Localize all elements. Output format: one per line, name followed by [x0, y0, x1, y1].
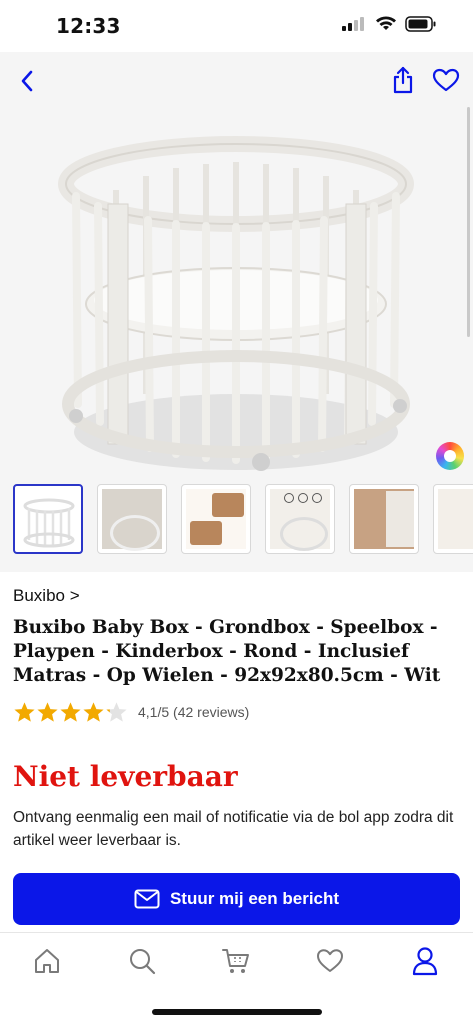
rating[interactable]: 4,1/5 (42 reviews) — [13, 701, 249, 723]
home-indicator — [152, 1009, 322, 1015]
status-icons — [341, 16, 437, 32]
star-icon — [106, 702, 127, 722]
product-title: Buxibo Baby Box - Grondbox - Speelbox - … — [13, 617, 441, 686]
star-icon — [14, 702, 35, 722]
nav-search[interactable] — [122, 945, 162, 977]
color-wheel-icon[interactable] — [436, 442, 464, 470]
availability-status: Niet leverbaar — [13, 760, 238, 793]
battery-icon — [405, 16, 436, 32]
status-bar: 12:33 — [0, 0, 473, 52]
star-icon — [60, 702, 81, 722]
rating-text: 4,1/5 (42 reviews) — [138, 704, 250, 720]
heart-icon — [317, 949, 343, 972]
nav-favorites[interactable] — [310, 945, 350, 977]
signal-icon — [342, 17, 364, 31]
heart-icon — [432, 68, 460, 92]
home-icon — [35, 949, 59, 973]
wifi-icon — [376, 16, 396, 30]
thumbnail-2[interactable] — [97, 484, 167, 554]
notify-me-button[interactable]: Stuur mij een bericht — [13, 873, 460, 925]
thumbnail-1[interactable] — [13, 484, 83, 554]
favorite-button[interactable] — [428, 62, 464, 98]
star-icon — [37, 702, 58, 722]
thumbnail-6[interactable] — [433, 484, 473, 554]
chevron-right-icon: > — [69, 586, 80, 605]
back-button[interactable] — [10, 64, 44, 98]
star-icon — [83, 702, 104, 722]
notify-description: Ontvang eenmalig een mail of notificatie… — [13, 809, 454, 849]
thumbnail-strip[interactable] — [0, 472, 473, 572]
product-image — [58, 136, 414, 471]
brand-name: Buxibo — [13, 586, 65, 605]
cart-icon — [222, 949, 249, 973]
notify-me-label: Stuur mij een bericht — [169, 889, 340, 908]
share-button[interactable] — [386, 62, 420, 98]
nav-home[interactable] — [27, 945, 67, 977]
thumbnail-5[interactable] — [349, 484, 419, 554]
search-icon — [130, 949, 156, 975]
user-icon — [412, 947, 438, 976]
thumbnail-3[interactable] — [181, 484, 251, 554]
thumbnail-4[interactable] — [265, 484, 335, 554]
mail-icon — [134, 889, 160, 909]
share-icon — [393, 66, 413, 94]
scroll-indicator — [467, 107, 470, 337]
status-time: 12:33 — [56, 14, 121, 38]
product-image-gallery[interactable] — [0, 52, 473, 472]
brand-link[interactable]: Buxibo > — [13, 586, 80, 606]
nav-account[interactable] — [405, 945, 445, 977]
star-rating — [13, 701, 128, 723]
nav-cart[interactable] — [216, 945, 256, 977]
chevron-left-icon — [21, 70, 33, 92]
thumbnail-image — [23, 498, 75, 548]
